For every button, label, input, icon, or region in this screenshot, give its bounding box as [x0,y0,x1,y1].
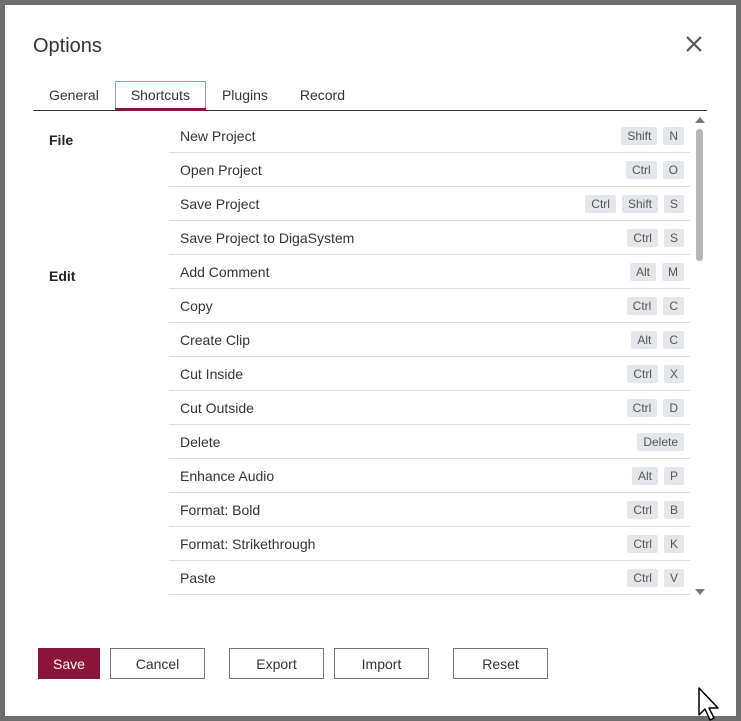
scroll-down-icon[interactable] [695,589,705,595]
shortcut-row[interactable]: New Project Shift N [169,119,690,153]
scrollbar-thumb[interactable] [696,129,703,261]
mouse-pointer-icon [698,687,719,721]
close-icon [686,36,702,52]
key-combo[interactable]: Ctrl X [627,364,684,383]
dialog-title: Options [33,35,102,57]
tab-plugins[interactable]: Plugins [206,81,284,108]
shortcut-row[interactable]: Cut Outside Ctrl D [169,391,690,425]
options-dialog: Options General Shortcuts Plugins Record Fi… [5,5,736,716]
shortcut-label: Add Comment [180,263,270,280]
scrollbar[interactable] [694,115,706,595]
key-badge: Ctrl [626,398,658,417]
key-badge: Ctrl [627,534,658,553]
key-badge: Ctrl [585,194,616,213]
key-badge: B [663,500,684,519]
tab-shortcuts[interactable]: Shortcuts [114,81,207,111]
key-badge: Alt [629,262,656,281]
key-badge: D [663,398,684,417]
tab-general[interactable]: General [33,81,115,108]
shortcut-row[interactable]: Delete Delete [169,425,690,459]
shortcut-row[interactable]: Cut Inside Ctrl X [169,357,690,391]
shortcut-label: New Project [180,127,256,144]
key-combo[interactable]: Alt M [629,262,684,281]
key-badge: S [663,228,684,247]
shortcut-label: Cut Outside [180,399,254,416]
shortcut-label: Cut Inside [180,365,244,382]
key-badge: C [663,330,684,349]
key-combo[interactable]: Ctrl K [627,534,684,553]
cancel-button[interactable]: Cancel [110,648,205,679]
section-rows: Add Comment Alt M Copy Ctrl C Create Clip Alt C C… [169,255,690,595]
key-badge: Ctrl [627,364,658,383]
section-label: File [49,132,74,148]
shortcut-label: Open Project [180,161,262,178]
key-badge: Ctrl [626,296,658,315]
key-combo[interactable]: Ctrl S [627,228,684,247]
reset-button[interactable]: Reset [453,648,548,679]
key-combo[interactable]: Shift N [621,126,684,145]
shortcut-row[interactable]: Copy Ctrl C [169,289,690,323]
key-badge: Alt [631,466,658,485]
shortcut-label: Copy [180,297,213,314]
key-badge: Ctrl [627,500,658,519]
key-badge: Ctrl [627,568,658,587]
shortcut-label: Format: Strikethrough [180,535,316,552]
shortcut-row[interactable]: Save Project to DigaSystem Ctrl S [169,221,690,255]
shortcut-label: Format: Bold [180,501,261,518]
shortcut-list: File New Project Shift N Open Project Ctrl O Sa… [33,119,707,597]
section-file: File New Project Shift N Open Project Ctrl O Sa… [33,119,707,255]
shortcut-label: Save Project to DigaSystem [180,229,355,246]
shortcut-row[interactable]: Format: Strikethrough Ctrl K [169,527,690,561]
shortcut-row[interactable]: Format: Bold Ctrl B [169,493,690,527]
tab-record[interactable]: Record [284,81,361,108]
key-badge: Alt [631,330,658,349]
import-button[interactable]: Import [334,648,429,679]
key-badge: O [662,160,684,179]
section-edit: Edit Add Comment Alt M Copy Ctrl C Create Clip A… [33,255,707,595]
key-badge: V [663,568,684,587]
key-badge: Delete [637,432,684,451]
key-badge: Shift [621,126,658,145]
key-combo[interactable]: Ctrl V [627,568,684,587]
export-button[interactable]: Export [229,648,324,679]
shortcut-row[interactable]: Enhance Audio Alt P [169,459,690,493]
tab-bar: General Shortcuts Plugins Record [33,81,707,111]
key-badge: K [663,534,684,553]
shortcut-label: Save Project [180,195,260,212]
shortcut-row[interactable]: Add Comment Alt M [169,255,690,289]
key-combo[interactable]: Ctrl Shift S [585,194,684,213]
key-badge: S [663,194,684,213]
shortcut-row[interactable]: Open Project Ctrl O [169,153,690,187]
shortcut-row[interactable]: Paste Ctrl V [169,561,690,595]
close-button[interactable] [681,31,707,57]
shortcut-label: Paste [180,569,216,586]
key-badge: Ctrl [625,160,657,179]
shortcut-label: Create Clip [180,331,251,348]
save-button[interactable]: Save [38,648,100,679]
shortcut-row[interactable]: Save Project Ctrl Shift S [169,187,690,221]
key-badge: M [662,262,684,281]
key-badge: N [663,126,684,145]
key-badge: Shift [621,194,658,213]
key-combo[interactable]: Alt C [631,330,684,349]
key-badge: P [663,466,684,485]
key-badge: C [663,296,684,315]
section-label: Edit [49,268,76,284]
key-combo[interactable]: Ctrl D [626,398,684,417]
shortcut-row[interactable]: Create Clip Alt C [169,323,690,357]
key-badge: Ctrl [627,228,658,247]
section-rows: New Project Shift N Open Project Ctrl O Save P… [169,119,690,255]
key-combo[interactable]: Delete [637,432,684,451]
key-combo[interactable]: Ctrl B [627,500,684,519]
shortcut-label: Delete [180,433,221,450]
key-combo[interactable]: Alt P [631,466,684,485]
shortcut-label: Enhance Audio [180,467,275,484]
key-combo[interactable]: Ctrl O [625,160,684,179]
scroll-up-icon[interactable] [695,117,705,123]
key-badge: X [663,364,684,383]
key-combo[interactable]: Ctrl C [626,296,684,315]
